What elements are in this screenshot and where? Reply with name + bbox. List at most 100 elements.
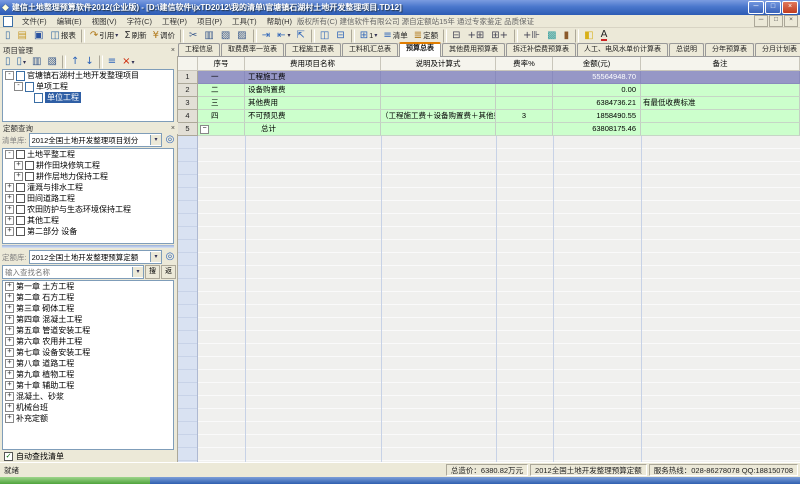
insert-sheet-icon[interactable]: +⊪ ▾	[520, 28, 544, 44]
expander-icon[interactable]: +	[5, 337, 14, 346]
chapter-tree-item[interactable]: + 第三章 砌体工程	[3, 303, 173, 314]
expand-left-icon[interactable]: +⊞ ▾	[465, 28, 489, 44]
menu-item[interactable]: 视图(V)	[87, 16, 122, 27]
expander-icon[interactable]: +	[5, 326, 14, 335]
fill-color-icon[interactable]: ◧ ▾	[581, 28, 597, 44]
mdi-close-button[interactable]: ×	[784, 15, 798, 27]
panel-splitter[interactable]	[2, 245, 174, 248]
chapter-tree-item[interactable]: + 第六章 农用井工程	[3, 336, 173, 347]
chapter-tree-item[interactable]: + 第十章 辅助工程	[3, 380, 173, 391]
table-row[interactable]: 4 − 四 不可预见费 （工程施工费＋设备购置费＋其他费用）×费率 3 1858…	[178, 110, 800, 123]
menu-item[interactable]: 帮助(H)	[262, 16, 297, 27]
back-button[interactable]: 返	[161, 265, 176, 279]
chapter-tree-item[interactable]: + 第九章 植物工程	[3, 369, 173, 380]
expand-level-icon[interactable]: ⊞ 1 ▾	[357, 28, 381, 44]
delete-row-icon[interactable]: ⇱ ▾	[294, 28, 309, 44]
refresh-icon[interactable]: Σ 刷新 ▾	[121, 28, 149, 44]
tab[interactable]: 取费费率一览表	[221, 43, 284, 56]
chevron-down-icon[interactable]: ▾	[150, 252, 161, 262]
close-button[interactable]: ×	[782, 1, 798, 14]
expander-icon[interactable]: +	[14, 161, 23, 170]
expander-icon[interactable]: +	[5, 216, 14, 225]
report-preview-icon[interactable]: ◫ 报表 ▾	[47, 28, 78, 44]
collapse-all-icon[interactable]: ⊟ ▾	[449, 28, 464, 44]
expander-icon[interactable]: +	[5, 205, 14, 214]
list-view-icon[interactable]: ≡ ▾	[105, 54, 119, 70]
expander-icon[interactable]: +	[5, 370, 14, 379]
locate-icon[interactable]: ◎	[164, 251, 176, 263]
restore-button[interactable]: □	[765, 1, 781, 14]
reference-icon[interactable]: ↷ 引用 ▾	[87, 28, 121, 44]
tab[interactable]: 工料机汇总表	[342, 43, 398, 56]
chapter-tree-item[interactable]: + 第八章 道路工程	[3, 358, 173, 369]
expander-icon[interactable]: -	[14, 82, 23, 91]
list-tree-item[interactable]: - 土地平整工程	[3, 149, 173, 160]
chapter-tree-item[interactable]: + 第七章 设备安装工程	[3, 347, 173, 358]
tab[interactable]: 人工、电风水单价计算表	[577, 43, 668, 56]
list-tree-item[interactable]: + 农田防护与生态环境保持工程	[3, 204, 173, 215]
tab[interactable]: 分年预算表	[705, 43, 754, 56]
menu-item[interactable]: 文件(F)	[17, 16, 52, 27]
new-node-icon[interactable]: ▯ ▾	[2, 54, 14, 70]
menu-item[interactable]: 字符(C)	[122, 16, 157, 27]
list-tree-item[interactable]: + 第二部分 设备	[3, 226, 173, 237]
new-node-menu-icon[interactable]: ▯ ▾	[14, 54, 30, 70]
new-file-icon[interactable]: ▯ ▾	[2, 28, 15, 44]
list-tree-item[interactable]: + 灌溉与排水工程	[3, 182, 173, 193]
quota-library-select[interactable]: 2012全国土地开发整理预算定额 ▾	[29, 250, 162, 264]
list-library-select[interactable]: 2012全国土地开发整理项目划分 ▾	[29, 133, 162, 147]
auto-find-checkbox[interactable]: ✓	[4, 452, 13, 461]
tab[interactable]: 其他费用预算表	[442, 43, 505, 56]
expander-icon[interactable]: +	[5, 227, 14, 236]
menu-item[interactable]: 工具(T)	[227, 16, 262, 27]
paste-node-icon[interactable]: ▧ ▾	[45, 54, 60, 70]
close-panel-icon[interactable]: ×	[171, 47, 175, 54]
chapter-tree-item[interactable]: + 第二章 石方工程	[3, 292, 173, 303]
expander-icon[interactable]: +	[5, 381, 14, 390]
chevron-down-icon[interactable]: ▾	[150, 135, 161, 145]
project-tree-item[interactable]: - 单项工程	[3, 81, 173, 92]
save-icon[interactable]: ▣ ▾	[31, 28, 47, 44]
expand-right-icon[interactable]: ⊞+ ▾	[488, 28, 512, 44]
move-down-icon[interactable]: ↓ ▾	[82, 54, 96, 70]
paste-icon[interactable]: ▧ ▾	[218, 28, 234, 44]
mdi-restore-button[interactable]: □	[769, 15, 783, 27]
expander-icon[interactable]: +	[5, 392, 14, 401]
adjust-price-icon[interactable]: ¥ 调价 ▾	[150, 28, 178, 44]
list-tree-item[interactable]: + 其他工程	[3, 215, 173, 226]
chapter-tree-item[interactable]: + 机械台班	[3, 402, 173, 413]
tab[interactable]: 预算总表	[399, 42, 441, 57]
search-input[interactable]	[3, 268, 132, 277]
expander-icon[interactable]: -	[5, 150, 14, 159]
collapse-box-icon[interactable]: −	[200, 125, 209, 134]
expander-icon[interactable]: +	[5, 315, 14, 324]
expander-icon[interactable]: +	[5, 414, 14, 423]
list-tree-item[interactable]: + 田间道路工程	[3, 193, 173, 204]
tab[interactable]: 工程施工费表	[285, 43, 341, 56]
font-color-icon[interactable]: A ▾	[598, 28, 612, 44]
list-tree-item[interactable]: + 耕作层地力保持工程	[3, 171, 173, 182]
chapter-tree-item[interactable]: + 补充定额	[3, 413, 173, 424]
copy-icon[interactable]: ▥ ▾	[201, 28, 217, 44]
chevron-down-icon[interactable]: ▾	[132, 267, 143, 277]
tab[interactable]: 工程信息	[178, 43, 220, 56]
tab[interactable]: 总说明	[669, 43, 704, 56]
split-vertical-icon[interactable]: ◫ ▾	[317, 28, 333, 44]
expander-icon[interactable]: -	[5, 71, 14, 80]
table-row[interactable]: 2 − 二 设备购置费 0.00	[178, 84, 800, 97]
expander-icon[interactable]: +	[5, 282, 14, 291]
open-file-icon[interactable]: ▤ ▾	[15, 28, 31, 44]
insert-child-row-icon[interactable]: ⇤ ▾	[274, 28, 293, 44]
menu-item[interactable]: 项目(P)	[192, 16, 227, 27]
checkbox[interactable]	[16, 216, 25, 225]
chapter-tree-item[interactable]: + 第一章 土方工程	[3, 281, 173, 292]
expander-icon[interactable]: +	[5, 348, 14, 357]
table-row[interactable]: 3 − 三 其他费用 6384736.21 有最低收费标准	[178, 97, 800, 110]
checkbox[interactable]	[16, 150, 25, 159]
split-horizontal-icon[interactable]: ⊟ ▾	[333, 28, 348, 44]
checkbox[interactable]	[16, 205, 25, 214]
move-up-icon[interactable]: ↑ ▾	[68, 54, 82, 70]
mdi-minimize-button[interactable]: ─	[754, 15, 768, 27]
expander-icon[interactable]: +	[5, 194, 14, 203]
list-tree-item[interactable]: + 耕作田块修筑工程	[3, 160, 173, 171]
